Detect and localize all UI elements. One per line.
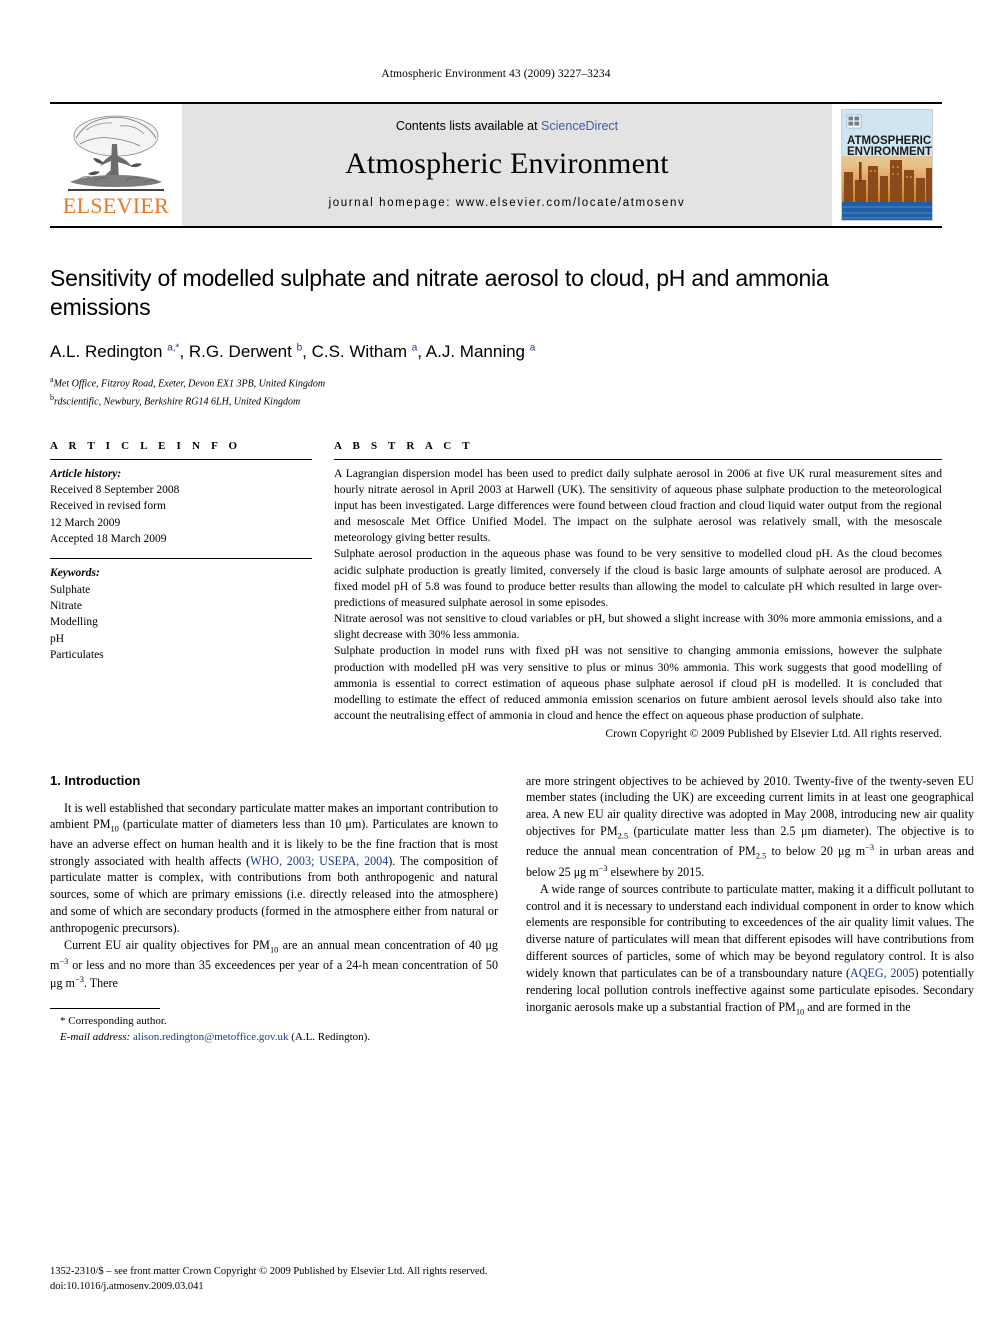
title-block: Sensitivity of modelled sulphate and nit… xyxy=(50,264,942,410)
intro-text-left: It is well established that secondary pa… xyxy=(50,800,498,993)
body-paragraph: Current EU air quality objectives for PM… xyxy=(50,938,498,991)
email-suffix: (A.L. Redington). xyxy=(288,1031,371,1044)
history-line: Accepted 18 March 2009 xyxy=(50,532,167,545)
abstract-paragraph: Sulphate production in model runs with f… xyxy=(334,644,942,723)
affiliation-a-text: Met Office, Fitzroy Road, Exeter, Devon … xyxy=(53,378,326,390)
issn-copyright-line: 1352-2310/$ – see front matter Crown Cop… xyxy=(50,1265,488,1277)
keywords-label: Keywords: xyxy=(50,567,100,580)
abstract-copyright: Crown Copyright © 2009 Published by Else… xyxy=(605,727,942,741)
elsevier-tree-icon xyxy=(64,110,168,194)
keyword-item: Modelling xyxy=(50,616,98,629)
affiliation-b-text: rdscientific, Newbury, Berkshire RG14 6L… xyxy=(54,396,301,408)
abstract-column: A B S T R A C T A Lagrangian dispersion … xyxy=(334,440,942,743)
contents-list-line: Contents lists available at ScienceDirec… xyxy=(396,119,618,133)
abstract-heading: A B S T R A C T xyxy=(334,439,474,452)
elsevier-logo: ELSEVIER xyxy=(50,104,182,226)
article-history-label: Article history: xyxy=(50,467,122,480)
journal-band: Contents lists available at ScienceDirec… xyxy=(182,104,832,226)
body-paragraph: are more stringent objectives to be achi… xyxy=(526,773,975,879)
corresponding-author-line: * Corresponding author. xyxy=(60,1015,167,1028)
abstract-paragraph: Nitrate aerosol was not sensitive to clo… xyxy=(334,612,942,642)
abstract-body: A Lagrangian dispersion model has been u… xyxy=(334,460,942,743)
article-history: Article history: Received 8 September 20… xyxy=(50,460,312,548)
keyword-item: Nitrate xyxy=(50,599,82,612)
history-line: Received in revised form xyxy=(50,500,166,513)
body-paragraph: It is well established that secondary pa… xyxy=(50,800,499,936)
history-line: Received 8 September 2008 xyxy=(50,483,180,496)
body-paragraph: A wide range of sources contribute to pa… xyxy=(526,881,975,1017)
page-title: Sensitivity of modelled sulphate and nit… xyxy=(50,265,829,320)
abstract-paragraph: Sulphate aerosol production in the aqueo… xyxy=(334,547,942,609)
paper-page: Atmospheric Environment 43 (2009) 3227–3… xyxy=(0,0,992,1323)
contents-prefix: Contents lists available at xyxy=(395,119,542,133)
sciencedirect-link[interactable]: ScienceDirect xyxy=(541,119,618,133)
body-column-right: are more stringent objectives to be achi… xyxy=(526,773,974,1047)
body-columns: 1. Introduction It is well established t… xyxy=(50,773,974,1047)
article-info-column: A R T I C L E I N F O Article history: R… xyxy=(50,440,334,743)
journal-cover-thumbnail: ATMOSPHERIC ENVIRONMENT xyxy=(832,104,942,226)
keyword-item: Sulphate xyxy=(50,583,91,596)
email-line: E-mail address: alison.redington@metoffi… xyxy=(50,1030,498,1046)
info-abstract-region: A R T I C L E I N F O Article history: R… xyxy=(50,440,942,743)
journal-homepage[interactable]: journal homepage: www.elsevier.com/locat… xyxy=(329,197,686,209)
corresponding-author-footnote: * Corresponding author. E-mail address: … xyxy=(50,1008,498,1046)
email-label: E-mail address: xyxy=(60,1031,131,1044)
keyword-item: pH xyxy=(50,632,65,645)
email-link[interactable]: alison.redington@metoffice.gov.uk xyxy=(133,1031,289,1043)
affiliation-b: brdscientific, Newbury, Berkshire RG14 6… xyxy=(50,392,942,410)
article-info-heading: A R T I C L E I N F O xyxy=(50,439,242,452)
running-head: Atmospheric Environment 43 (2009) 3227–3… xyxy=(381,68,611,80)
footnote-rule xyxy=(50,1008,160,1010)
section-heading-introduction: 1. Introduction xyxy=(50,772,141,788)
svg-text:ENVIRONMENT: ENVIRONMENT xyxy=(847,146,932,158)
body-column-left: 1. Introduction It is well established t… xyxy=(50,773,498,1047)
page-footer: 1352-2310/$ – see front matter Crown Cop… xyxy=(50,1264,942,1296)
keywords-block: Keywords: Sulphate Nitrate Modelling pH … xyxy=(50,558,312,663)
abstract-paragraph: A Lagrangian dispersion model has been u… xyxy=(334,466,942,545)
journal-title: Atmospheric Environment xyxy=(345,147,669,180)
elsevier-wordmark: ELSEVIER xyxy=(62,193,170,218)
author-list: A.L. Redington a,*, R.G. Derwent b, C.S.… xyxy=(50,341,536,361)
history-line: 12 March 2009 xyxy=(50,516,121,529)
intro-text-right: are more stringent objectives to be achi… xyxy=(526,773,974,1019)
keyword-item: Particulates xyxy=(50,648,104,661)
journal-masthead: ELSEVIER Contents lists available at Sci… xyxy=(50,102,942,228)
doi-line: doi:10.1016/j.atmosenv.2009.03.041 xyxy=(50,1281,204,1293)
affiliation-a: aMet Office, Fitzroy Road, Exeter, Devon… xyxy=(50,374,942,392)
